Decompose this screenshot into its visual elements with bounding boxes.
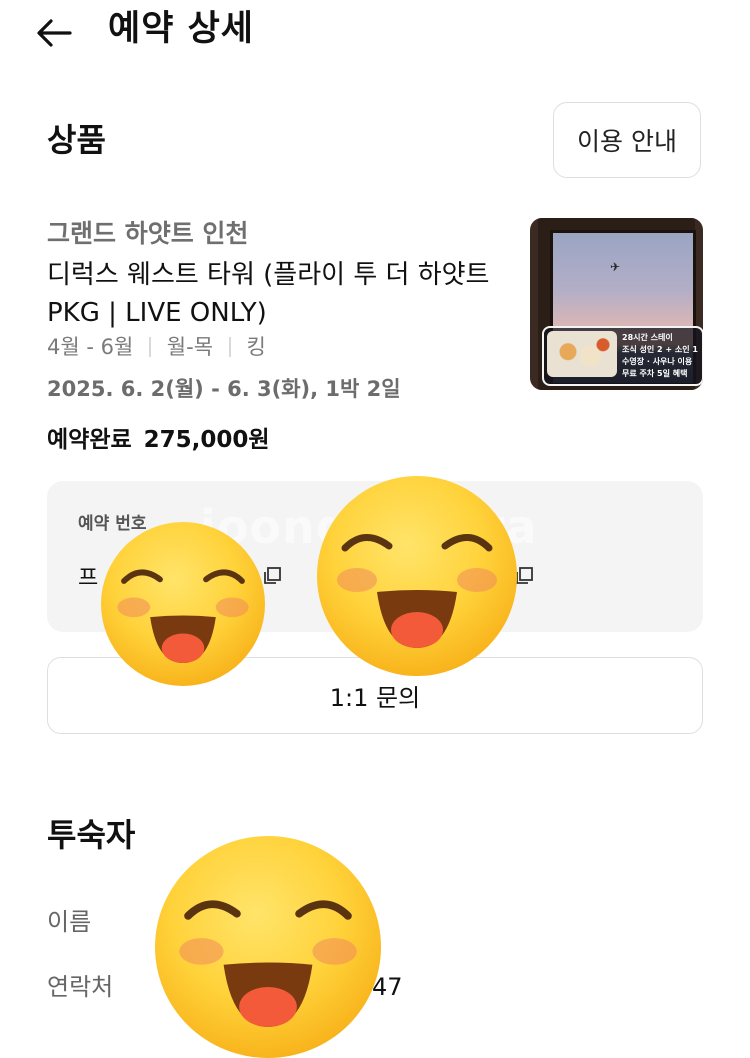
smiling-emoji-sticker — [155, 836, 381, 1058]
page-title: 예약 상세 — [108, 9, 254, 49]
product-section-title: 상품 — [47, 121, 106, 159]
badge-line: 28시간 스테이 — [622, 333, 673, 342]
laughing-face-icon — [179, 900, 357, 1027]
copy-icon — [516, 567, 533, 584]
back-button[interactable] — [28, 10, 80, 56]
hotel-thumbnail[interactable]: ✈ 28시간 스테이 조식 성인 2 + 소인 1 수영장 · 사우나 이용 무… — [530, 218, 703, 390]
badge-line: 무료 주차 5일 혜택 — [622, 369, 688, 378]
guest-phone-label: 연락처 — [47, 973, 114, 1001]
weekday-range: 월-목 — [166, 335, 214, 359]
airplane-icon: ✈ — [610, 260, 621, 274]
hotel-name: 그랜드 하얏트 인천 — [47, 219, 249, 248]
usage-guide-button[interactable]: 이용 안내 — [553, 102, 701, 178]
badge-line: 조식 성인 2 + 소인 1 — [622, 345, 698, 354]
divider — [149, 337, 151, 357]
stay-dates: 2025. 6. 2(월) - 6. 3(화), 1박 2일 — [47, 377, 401, 401]
guest-section-title: 투숙자 — [47, 816, 136, 854]
copy-button[interactable] — [262, 566, 282, 590]
divider — [229, 337, 231, 357]
badge-text: 28시간 스테이 조식 성인 2 + 소인 1 수영장 · 사우나 이용 무료 … — [622, 332, 700, 380]
badge-line: 수영장 · 사우나 이용 — [622, 357, 693, 366]
package-badge: 28시간 스테이 조식 성인 2 + 소인 1 수영장 · 사우나 이용 무료 … — [542, 326, 703, 386]
copy-icon — [264, 567, 281, 584]
breakfast-image — [547, 331, 617, 377]
copy-button[interactable] — [514, 566, 534, 590]
smiling-emoji-sticker — [317, 476, 517, 676]
laughing-face-icon — [117, 569, 249, 664]
bed-type: 킹 — [246, 335, 266, 359]
price: 275,000원 — [143, 427, 270, 453]
laughing-face-icon — [337, 534, 497, 648]
reservation-number-value: 프 — [78, 566, 99, 591]
guest-name-label: 이름 — [47, 908, 92, 936]
arrow-left-icon — [37, 19, 72, 47]
booking-status: 예약완료 275,000원 — [47, 422, 282, 458]
room-name: 디럭스 웨스트 타워 (플라이 투 더 하얏트 PKG | LIVE ONLY) — [47, 260, 490, 328]
status-label: 예약완료 — [47, 427, 132, 453]
room-meta: 4월 - 6월 월-목 킹 — [47, 332, 266, 362]
season-range: 4월 - 6월 — [47, 335, 134, 359]
smiling-emoji-sticker — [101, 522, 265, 686]
